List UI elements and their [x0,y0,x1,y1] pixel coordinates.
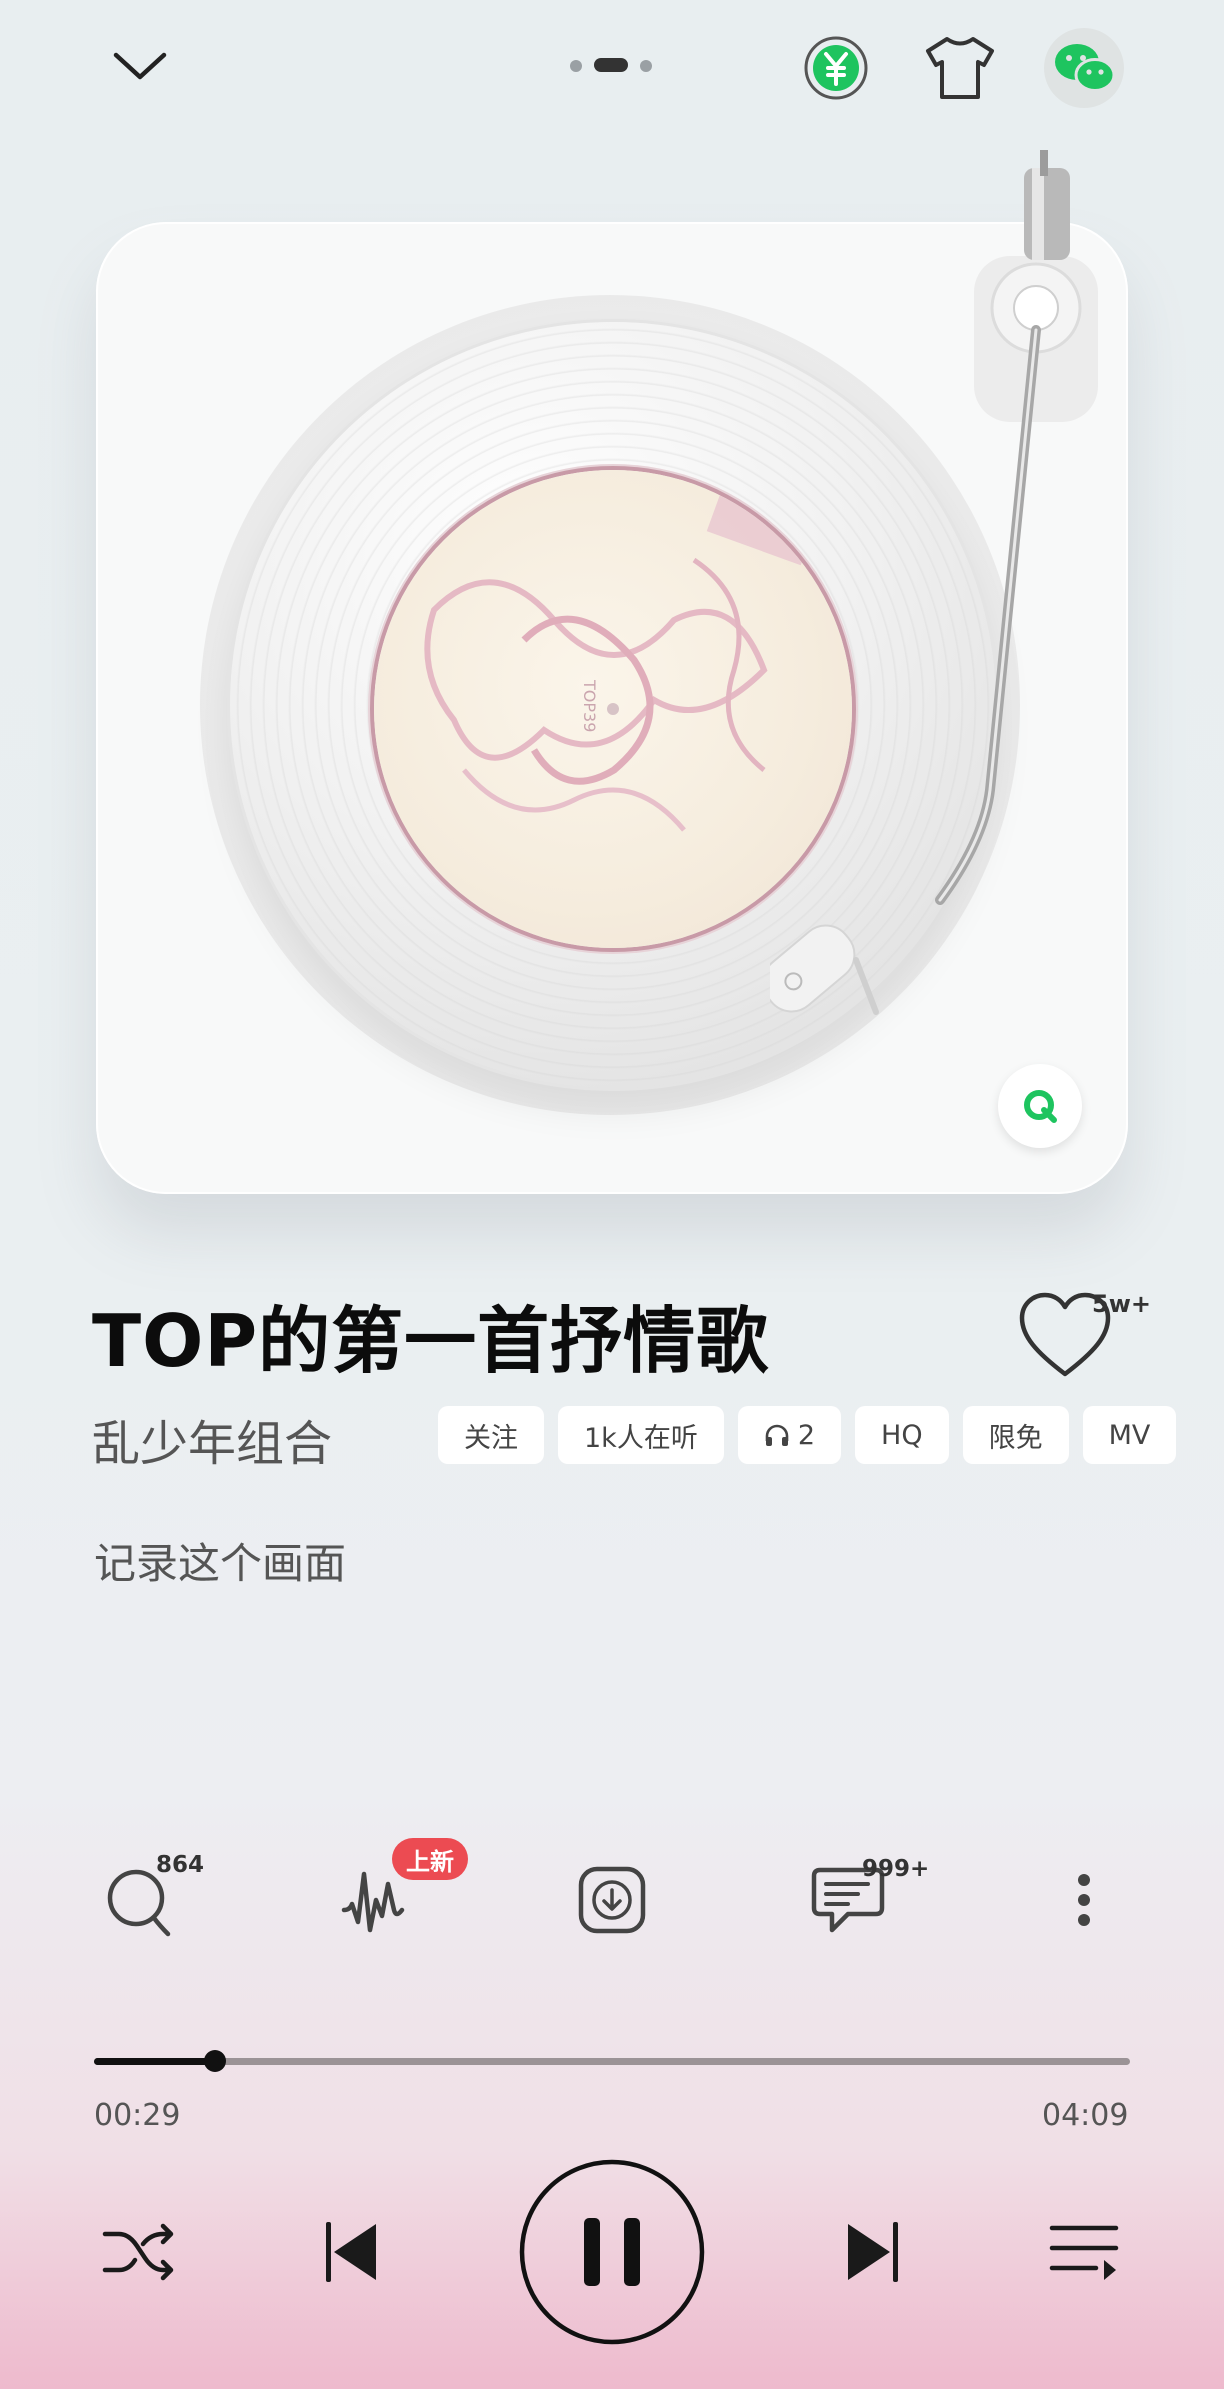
new-effects-badge: 上新 [392,1838,468,1880]
page-indicator[interactable] [568,58,658,72]
svg-text:TOP39: TOP39 [580,679,599,732]
skin-button[interactable] [922,30,998,106]
shuffle-icon [102,2223,174,2281]
collapse-button[interactable] [104,34,176,98]
comment-count: 999+ [862,1856,930,1882]
progress-played [94,2058,215,2065]
pause-icon [519,2159,705,2345]
mv-tag[interactable]: MV [1082,1406,1177,1464]
previous-icon [326,2222,376,2282]
page-dot [640,60,652,72]
song-tags: 关注 1k人在听 2 HQ 限免 MV [438,1406,1177,1464]
headphones-icon [765,1424,789,1446]
wechat-share-icon [1055,44,1116,92]
listen-together-tag[interactable]: 2 [737,1406,842,1464]
free-tag[interactable]: 限免 [962,1406,1069,1464]
progress-track[interactable] [94,2058,1130,2065]
qq-music-badge[interactable] [998,1064,1082,1148]
pause-button[interactable] [518,2158,706,2346]
download-icon [578,1866,646,1934]
more-icon [1078,1874,1090,1926]
qq-music-icon [1024,1090,1057,1123]
current-time: 00:29 [94,2098,181,2133]
previous-button[interactable] [314,2214,386,2290]
search-count: 864 [156,1852,205,1878]
next-button[interactable] [838,2214,910,2290]
page-dot-active [594,58,628,72]
wechat-share-button[interactable] [1044,28,1124,108]
shuffle-button[interactable] [96,2212,182,2292]
chevron-down-icon [113,52,167,80]
yuan-coin-icon [804,36,868,100]
lyric-line[interactable]: 记录这个画面 [94,1530,346,1591]
more-button[interactable] [1052,1860,1116,1940]
page-dot [570,60,582,72]
tshirt-skin-icon [926,37,994,99]
next-icon [848,2222,898,2282]
download-button[interactable] [572,1860,652,1940]
total-time: 04:09 [1042,2098,1129,2133]
playlist-button[interactable] [1044,2216,1124,2288]
favorite-count: 5w+ [1092,1290,1151,1318]
artist-name[interactable]: 乱少年组合 [92,1404,332,1474]
listeners-tag[interactable]: 1k人在听 [558,1406,724,1464]
vip-coin-button[interactable] [800,32,872,104]
progress-thumb[interactable] [204,2050,226,2072]
song-title[interactable]: TOP的第一首抒情歌 [92,1282,769,1387]
follow-tag[interactable]: 关注 [438,1406,544,1464]
playlist-icon [1049,2225,1119,2280]
tonearm[interactable] [770,140,1130,1040]
quality-tag[interactable]: HQ [855,1406,949,1464]
